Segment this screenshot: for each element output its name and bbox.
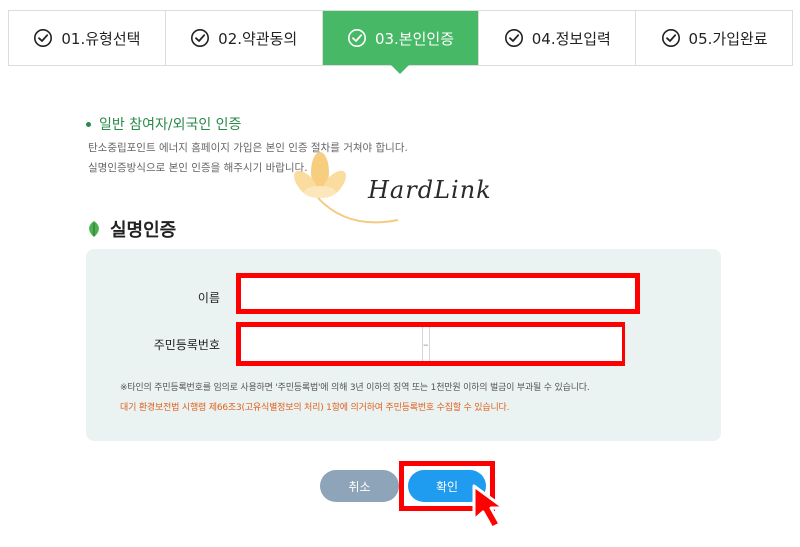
collection-basis-notice: 대기 환경보전법 시행령 제66조3(고유식별정보의 처리) 1항에 의거하여 … xyxy=(120,403,510,413)
step-info-input[interactable]: 04.정보입력 xyxy=(479,11,637,65)
bullet-icon xyxy=(86,121,91,127)
watermark-text: HardLink xyxy=(368,176,492,204)
intro-title-text: 일반 참여자/외국인 인증 xyxy=(99,117,242,133)
step-label: 01.유형선택 xyxy=(61,29,141,48)
name-field-highlight xyxy=(236,273,640,314)
check-circle-icon xyxy=(504,29,523,47)
intro-title: 일반 참여자/외국인 인증 xyxy=(86,114,241,134)
step-label: 05.가입완료 xyxy=(688,29,768,48)
rrn-front-input[interactable] xyxy=(241,327,423,361)
legal-notice: ※타인의 주민등록번호를 임의로 사용하면 '주민등록법'에 의해 3년 이하의… xyxy=(120,383,590,393)
signup-steps: 01.유형선택 02.약관동의 03.본인인증 04.정보입력 05.가입완료 xyxy=(8,10,793,74)
step-complete[interactable]: 05.가입완료 xyxy=(636,11,792,65)
step-label: 02.약관동의 xyxy=(218,29,298,48)
check-circle-icon xyxy=(34,29,53,47)
rrn-field-highlight: – xyxy=(236,322,625,366)
section-title: 실명인증 xyxy=(86,216,176,242)
rrn-back-input[interactable] xyxy=(428,327,622,361)
step-label: 03.본인인증 xyxy=(374,29,455,48)
step-verification[interactable]: 03.본인인증 xyxy=(322,11,480,74)
cursor-arrow-icon xyxy=(472,484,506,530)
leaf-icon xyxy=(89,221,99,237)
name-label: 이름 xyxy=(197,291,220,305)
cancel-button[interactable]: 취소 xyxy=(320,470,399,502)
intro-description-2: 실명인증방식으로 본인 인증을 해주시기 바랍니다. xyxy=(88,162,308,174)
name-input[interactable] xyxy=(241,278,635,309)
check-circle-icon xyxy=(191,29,210,47)
step-terms[interactable]: 02.약관동의 xyxy=(166,11,323,65)
step-label: 04.정보입력 xyxy=(531,29,611,48)
rrn-label: 주민등록번호 xyxy=(153,338,220,352)
step-select-type[interactable]: 01.유형선택 xyxy=(9,11,166,65)
check-circle-icon xyxy=(661,29,680,47)
check-circle-icon xyxy=(347,29,366,47)
section-title-text: 실명인증 xyxy=(110,220,177,241)
